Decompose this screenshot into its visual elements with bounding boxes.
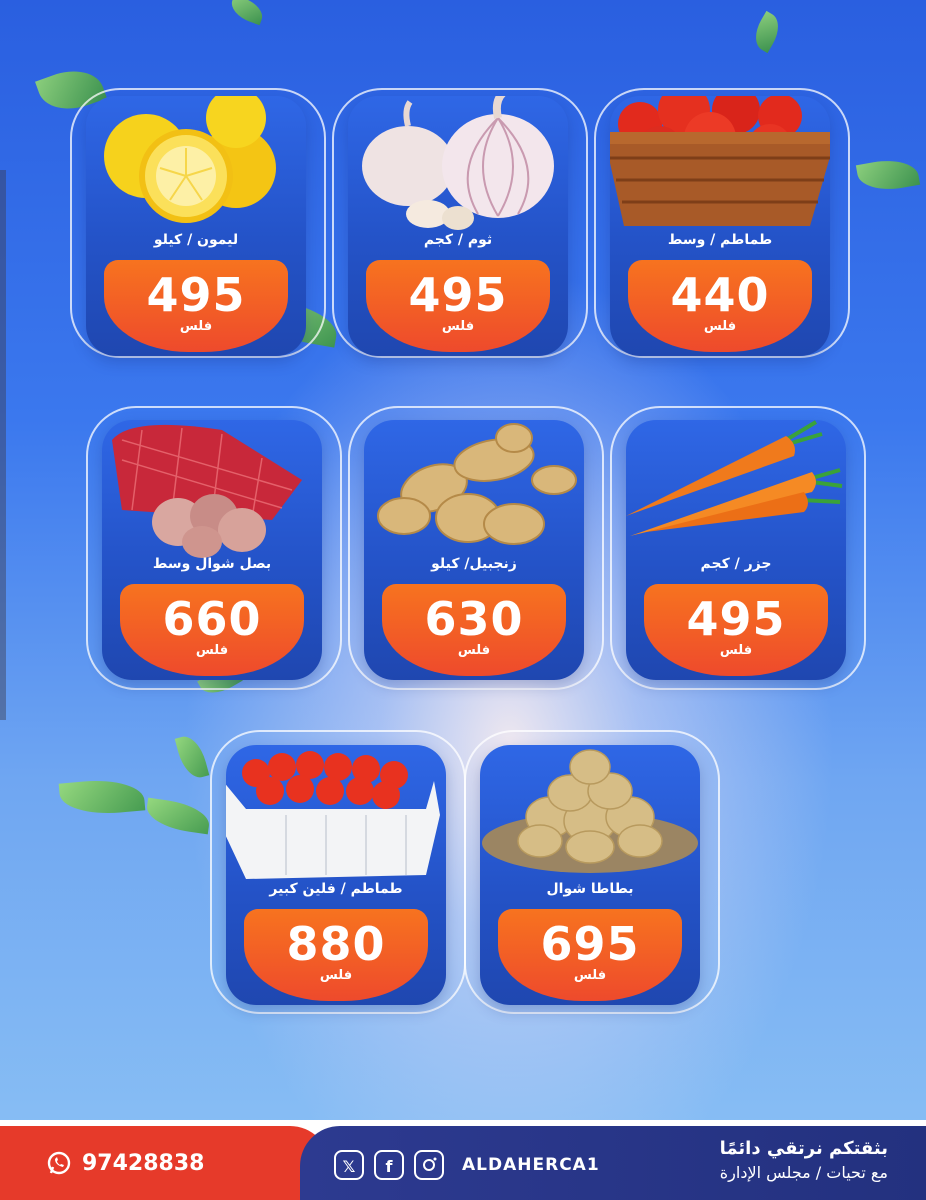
price-currency: فلس bbox=[703, 319, 737, 334]
price-currency: فلس bbox=[179, 319, 213, 334]
facebook-icon[interactable]: f bbox=[374, 1150, 404, 1180]
ginger-icon bbox=[377, 423, 577, 545]
product-name: طماطم / وسط bbox=[667, 232, 773, 248]
tomato-box-icon bbox=[226, 751, 440, 879]
price-value: 880 bbox=[286, 917, 386, 971]
contact-phone[interactable]: 97428838 bbox=[46, 1150, 204, 1176]
price-badge: 880 فلس bbox=[244, 909, 428, 1001]
price-currency: فلس bbox=[457, 643, 491, 658]
carrot-icon bbox=[626, 420, 843, 536]
onion-sack-icon bbox=[112, 424, 302, 558]
price-badge: 660 فلس bbox=[120, 584, 304, 676]
potato-icon bbox=[482, 749, 698, 873]
price-currency: فلس bbox=[573, 968, 607, 983]
product-card-ginger[interactable]: زنجبيل/ كيلو 630 فلس bbox=[364, 420, 584, 680]
product-name: جزر / كجم bbox=[700, 556, 772, 572]
instagram-icon[interactable] bbox=[414, 1150, 444, 1180]
flyer-poster: ليمون / كيلو 495 فلس ثوم / كجم 495 فلس ط… bbox=[0, 0, 926, 1200]
price-badge: 495 فلس bbox=[366, 260, 550, 352]
price-value: 440 bbox=[670, 268, 770, 322]
price-currency: فلس bbox=[195, 643, 229, 658]
price-currency: فلس bbox=[319, 968, 353, 983]
product-card-tomato-basket[interactable]: طماطم / وسط 440 فلس bbox=[610, 96, 830, 356]
leaf-decoration bbox=[227, 0, 267, 26]
product-card-carrot[interactable]: جزر / كجم 495 فلس bbox=[626, 420, 846, 680]
product-name: بصل شوال وسط bbox=[152, 556, 272, 572]
leaf-decoration bbox=[58, 776, 146, 818]
slogan-block: بثقتكم نرتقي دائمًا مع تحيات / مجلس الإد… bbox=[720, 1138, 888, 1182]
x-icon[interactable]: 𝕏 bbox=[334, 1150, 364, 1180]
price-value: 695 bbox=[540, 917, 640, 971]
price-badge: 495 فلس bbox=[644, 584, 828, 676]
price-currency: فلس bbox=[441, 319, 475, 334]
product-card-lemon[interactable]: ليمون / كيلو 495 فلس bbox=[86, 96, 306, 356]
price-value: 495 bbox=[686, 592, 786, 646]
tomato-basket-icon bbox=[610, 96, 830, 226]
price-value: 630 bbox=[424, 592, 524, 646]
product-card-garlic[interactable]: ثوم / كجم 495 فلس bbox=[348, 96, 568, 356]
leaf-decoration bbox=[144, 797, 212, 835]
product-card-tomato-box[interactable]: طماطم / فلين كبير 880 فلس bbox=[226, 745, 446, 1005]
product-card-potato[interactable]: بطاطا شوال 695 فلس bbox=[480, 745, 700, 1005]
leaf-decoration bbox=[748, 10, 786, 54]
product-name: زنجبيل/ كيلو bbox=[431, 556, 517, 572]
product-name: ليمون / كيلو bbox=[153, 232, 239, 248]
lemon-icon bbox=[104, 96, 276, 223]
social-links: 𝕏 f bbox=[334, 1150, 444, 1180]
price-badge: 440 فلس bbox=[628, 260, 812, 352]
social-handle[interactable]: ALDAHERCA1 bbox=[462, 1155, 600, 1175]
price-currency: فلس bbox=[719, 643, 753, 658]
instagram-glyph bbox=[423, 1157, 437, 1171]
price-value: 660 bbox=[162, 592, 262, 646]
garlic-icon bbox=[362, 96, 554, 230]
product-name: طماطم / فلين كبير bbox=[269, 881, 403, 897]
price-badge: 495 فلس bbox=[104, 260, 288, 352]
product-card-onion[interactable]: بصل شوال وسط 660 فلس bbox=[102, 420, 322, 680]
leaf-decoration bbox=[174, 732, 210, 782]
price-value: 495 bbox=[408, 268, 508, 322]
price-badge: 695 فلس bbox=[498, 909, 682, 1001]
product-name: ثوم / كجم bbox=[423, 232, 493, 248]
page-edge bbox=[0, 170, 6, 720]
price-value: 495 bbox=[146, 268, 246, 322]
phone-number: 97428838 bbox=[82, 1150, 205, 1176]
price-badge: 630 فلس bbox=[382, 584, 566, 676]
product-name: بطاطا شوال bbox=[546, 881, 634, 897]
slogan-text: بثقتكم نرتقي دائمًا bbox=[719, 1138, 888, 1159]
whatsapp-icon[interactable] bbox=[46, 1150, 72, 1176]
signature-text: مع تحيات / مجلس الإدارة bbox=[719, 1163, 888, 1182]
leaf-decoration bbox=[855, 155, 921, 195]
